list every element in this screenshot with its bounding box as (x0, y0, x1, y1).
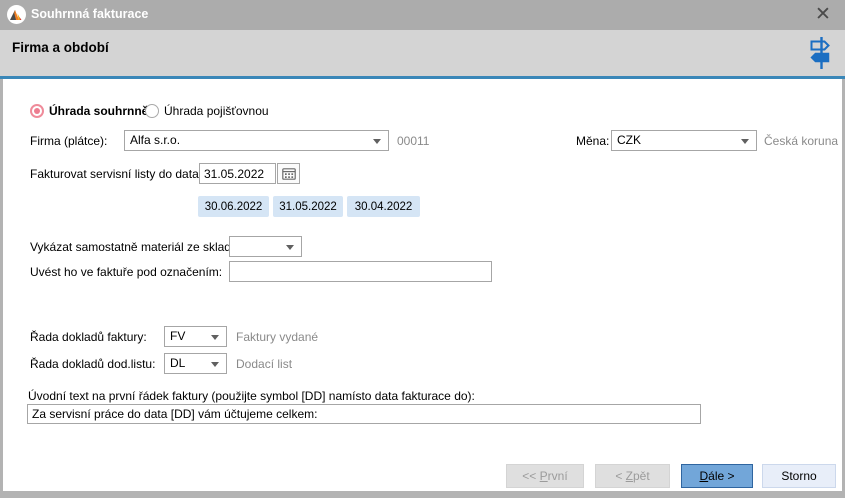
back-button-mnemonic: Z (626, 469, 633, 483)
cancel-button-label: Storno (781, 469, 816, 483)
signpost-icon (807, 36, 833, 75)
invoice-until-label: Fakturovat servisní listy do data: (30, 167, 202, 182)
next-button-rest: ále > (708, 469, 734, 483)
designation-input[interactable] (229, 261, 492, 282)
date-chip[interactable]: 30.04.2022 (347, 196, 420, 217)
next-button[interactable]: Dále > (681, 464, 753, 488)
page-title: Firma a období (12, 40, 109, 55)
firma-select[interactable]: Alfa s.r.o. (124, 130, 389, 151)
series-delivery-label: Řada dokladů dod.listu: (30, 357, 155, 372)
back-button[interactable]: < Zpět (595, 464, 670, 488)
series-invoice-note: Faktury vydané (236, 330, 318, 345)
titlebar: Souhrnná fakturace ✕ (0, 0, 845, 30)
date-chip[interactable]: 30.06.2022 (198, 196, 269, 217)
first-button[interactable]: << První (506, 464, 584, 488)
series-invoice-select[interactable]: FV (164, 326, 227, 347)
series-delivery-note: Dodací list (236, 357, 292, 372)
designation-label: Uvést ho ve faktuře pod označením: (30, 265, 222, 280)
back-button-rest: pět (633, 469, 650, 483)
radio-uhrada-souhrnne[interactable] (30, 104, 44, 118)
first-button-prefix: << (522, 469, 539, 483)
firma-label: Firma (plátce): (30, 134, 107, 149)
intro-text-label: Úvodní text na první řádek faktury (použ… (28, 389, 475, 404)
radio-uhrada-souhrnne-label[interactable]: Úhrada souhrnně (49, 104, 148, 119)
intro-text-input[interactable] (27, 404, 701, 424)
mena-select[interactable]: CZK (611, 130, 757, 151)
calendar-icon[interactable] (277, 163, 300, 184)
invoice-until-date-input[interactable] (199, 163, 276, 184)
firma-code: 00011 (397, 134, 429, 149)
app-logo-icon (7, 5, 26, 24)
radio-uhrada-pojistovnou-label[interactable]: Úhrada pojišťovnou (164, 104, 269, 119)
first-button-mnemonic: P (540, 469, 548, 483)
date-chip[interactable]: 31.05.2022 (273, 196, 343, 217)
first-button-rest: rvní (548, 469, 568, 483)
material-select[interactable] (229, 236, 302, 257)
series-delivery-select[interactable]: DL (164, 353, 227, 374)
dialog-souhrnna-fakturace: Souhrnná fakturace ✕ Firma a období Úhra… (0, 0, 845, 498)
next-button-mnemonic: D (699, 469, 708, 483)
mena-note: Česká koruna (764, 134, 838, 149)
series-invoice-label: Řada dokladů faktury: (30, 330, 147, 345)
back-button-prefix: < (615, 469, 625, 483)
window-title: Souhrnná fakturace (31, 7, 148, 21)
material-label: Vykázat samostatně materiál ze skladu: (30, 240, 241, 255)
wizard-header: Firma a období (0, 30, 845, 76)
close-icon[interactable]: ✕ (811, 3, 835, 27)
cancel-button[interactable]: Storno (762, 464, 836, 488)
mena-label: Měna: (576, 134, 609, 149)
radio-uhrada-pojistovnou[interactable] (145, 104, 159, 118)
